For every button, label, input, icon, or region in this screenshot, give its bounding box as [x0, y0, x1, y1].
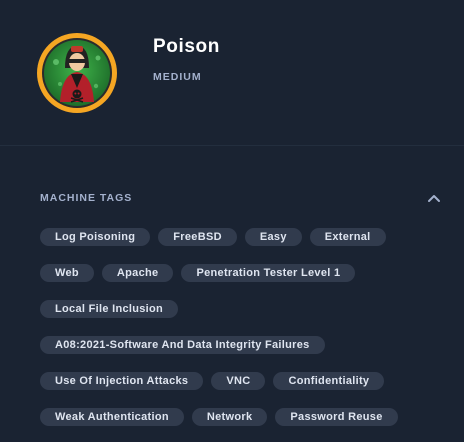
chevron-up-icon — [428, 195, 440, 202]
tag-chip[interactable]: Web — [40, 264, 94, 282]
tag-chip[interactable]: External — [309, 228, 386, 246]
collapse-toggle-button[interactable] — [426, 191, 442, 203]
tag-chip[interactable]: Local File Inclusion — [40, 300, 179, 318]
tag-chip[interactable]: A08:2021-Software And Data Integrity Fai… — [40, 336, 325, 354]
machine-card: Poison MEDIUM MACHINE TAGS Log Poisoning… — [0, 0, 464, 442]
tag-chip[interactable]: Network — [191, 408, 268, 426]
tag-chip[interactable]: Easy — [244, 228, 302, 246]
tag-chip[interactable]: FreeBSD — [158, 228, 237, 246]
tag-chip[interactable]: Apache — [101, 264, 174, 282]
machine-avatar — [36, 32, 118, 114]
tag-list: Log Poisoning FreeBSD Easy External Web Apach… — [40, 228, 440, 442]
tag-chip[interactable]: Use Of Injection Attacks — [40, 372, 204, 390]
section-title: MACHINE TAGS — [40, 192, 133, 204]
difficulty-label: MEDIUM — [153, 71, 202, 83]
machine-name: Poison — [153, 36, 220, 57]
tag-chip[interactable]: Penetration Tester Level 1 — [181, 264, 356, 282]
machine-header: Poison MEDIUM — [0, 0, 464, 146]
tag-chip[interactable]: Password Reuse — [275, 408, 398, 426]
tag-chip[interactable]: VNC — [211, 372, 266, 390]
masked-figure-avatar-icon — [37, 33, 117, 113]
tag-chip[interactable]: Confidentiality — [273, 372, 385, 390]
tag-chip[interactable]: Log Poisoning — [40, 228, 151, 246]
tag-chip[interactable]: Weak Authentication — [40, 408, 184, 426]
